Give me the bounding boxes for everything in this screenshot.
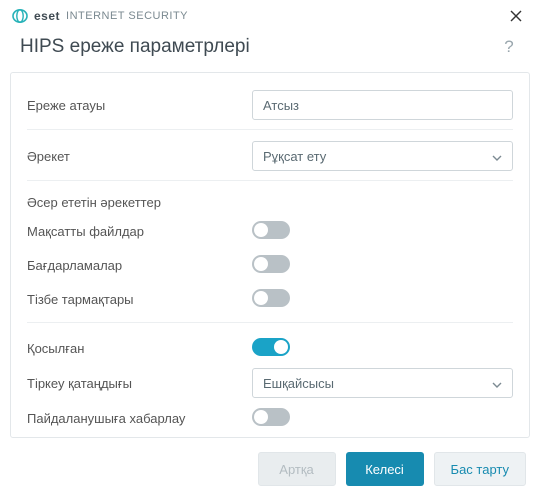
notify-user-label: Пайдаланушыға хабарлау [27,411,252,426]
titlebar: eset INTERNET SECURITY [0,0,540,30]
content-panel: Ереже атауы Әрекет Рұқсат ету Әсер ететі… [10,72,530,438]
row-rule-name: Ереже атауы [27,87,513,123]
chevron-down-icon [492,149,502,164]
enabled-toggle[interactable] [252,338,290,356]
header: HIPS ереже параметрлері ? [0,30,540,72]
rule-name-label: Ереже атауы [27,98,252,113]
brand-product: INTERNET SECURITY [66,10,188,22]
action-label: Әрекет [27,149,252,164]
chevron-down-icon [492,376,502,391]
action-select[interactable]: Рұқсат ету [252,141,513,171]
applications-toggle[interactable] [252,255,290,273]
next-button[interactable]: Келесі [346,452,424,486]
enabled-label: Қосылған [27,341,252,356]
page-title: HIPS ереже параметрлері [20,36,250,58]
dialog-window: eset INTERNET SECURITY HIPS ереже параме… [0,0,540,500]
back-button: Артқа [258,452,336,486]
row-log-severity: Тіркеу қатаңдығы Ешқайсысы [27,365,513,401]
row-applications: Бағдарламалар [27,248,513,282]
row-target-files: Мақсатты файлдар [27,214,513,248]
eset-logo-icon [12,8,28,24]
close-button[interactable] [504,4,528,28]
row-registry: Тізбе тармақтары [27,282,513,316]
divider [27,129,513,130]
target-files-label: Мақсатты файлдар [27,224,252,239]
brand-eset: eset [34,9,60,23]
target-files-toggle[interactable] [252,221,290,239]
divider [27,180,513,181]
divider [27,322,513,323]
registry-toggle[interactable] [252,289,290,307]
notify-user-toggle[interactable] [252,408,290,426]
action-select-value: Рұқсат ету [263,149,326,164]
log-severity-select[interactable]: Ешқайсысы [252,368,513,398]
cancel-button[interactable]: Бас тарту [434,452,526,486]
applications-label: Бағдарламалар [27,258,252,273]
close-icon [510,10,522,22]
row-enabled: Қосылған [27,331,513,365]
help-icon: ? [504,37,513,57]
log-severity-value: Ешқайсысы [263,376,334,391]
log-severity-label: Тіркеу қатаңдығы [27,376,252,391]
row-action: Әрекет Рұқсат ету [27,138,513,174]
row-notify-user: Пайдаланушыға хабарлау [27,401,513,435]
rule-name-input[interactable] [252,90,513,120]
brand: eset INTERNET SECURITY [12,8,188,24]
operations-header: Әсер ететін әрекеттер [27,189,513,214]
footer: Артқа Келесі Бас тарту [0,438,540,500]
registry-label: Тізбе тармақтары [27,292,252,307]
help-button[interactable]: ? [498,36,520,58]
